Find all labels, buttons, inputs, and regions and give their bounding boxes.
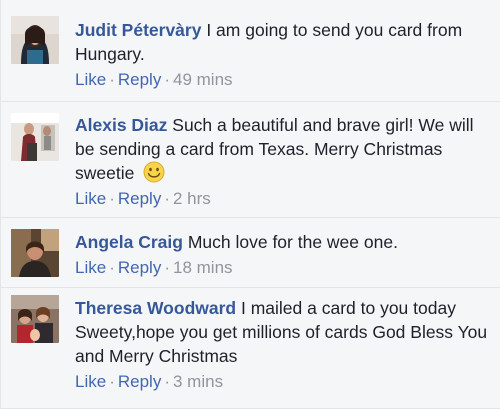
comment-body: Theresa Woodward I mailed a card to you … [75,296,491,393]
reply-link[interactable]: Reply [118,258,161,277]
separator-dot: · [164,258,170,277]
comment-actions: Like · Reply · 2 hrs [75,188,491,210]
comment-timestamp[interactable]: 49 mins [173,70,233,89]
comment-timestamp[interactable]: 18 mins [173,258,233,277]
avatar-image [11,16,59,64]
separator-dot: · [109,189,115,208]
comment: Judit Pétervàry I am going to send you c… [1,0,500,102]
comment: Angela Craig Much love for the wee one. … [1,218,500,288]
separator-dot: · [109,372,115,391]
separator-dot: · [164,70,170,89]
avatar[interactable] [11,16,59,64]
avatar[interactable] [11,229,59,277]
smiley-emoji-icon [143,161,165,183]
comment: Theresa Woodward I mailed a card to you … [1,288,500,409]
comment-actions: Like · Reply · 49 mins [75,69,491,91]
comment-body: Angela Craig Much love for the wee one. … [75,230,491,279]
comment-body: Judit Pétervàry I am going to send you c… [75,18,491,91]
avatar-image [11,113,59,161]
comment-author[interactable]: Judit Pétervàry [75,20,201,40]
reply-link[interactable]: Reply [118,189,161,208]
comment-author[interactable]: Angela Craig [75,232,183,252]
reply-link[interactable]: Reply [118,70,161,89]
comment-author[interactable]: Alexis Diaz [75,115,167,135]
comment-timestamp[interactable]: 3 mins [173,372,223,391]
comment-body: Alexis Diaz Such a beautiful and brave g… [75,113,491,210]
comment-author[interactable]: Theresa Woodward [75,298,236,318]
comment-text: Much love for the wee one. [187,232,398,252]
comment-feed: Judit Pétervàry I am going to send you c… [0,0,500,409]
like-link[interactable]: Like [75,372,106,391]
reply-link[interactable]: Reply [118,372,161,391]
comment-actions: Like · Reply · 18 mins [75,257,491,279]
separator-dot: · [164,372,170,391]
avatar-image [11,295,59,343]
comment: Alexis Diaz Such a beautiful and brave g… [1,102,500,218]
comment-actions: Like · Reply · 3 mins [75,371,491,393]
separator-dot: · [164,189,170,208]
like-link[interactable]: Like [75,70,106,89]
avatar[interactable] [11,295,59,343]
separator-dot: · [109,258,115,277]
comment-timestamp[interactable]: 2 hrs [173,189,211,208]
like-link[interactable]: Like [75,258,106,277]
like-link[interactable]: Like [75,189,106,208]
avatar[interactable] [11,113,59,161]
avatar-image [11,229,59,277]
separator-dot: · [109,70,115,89]
